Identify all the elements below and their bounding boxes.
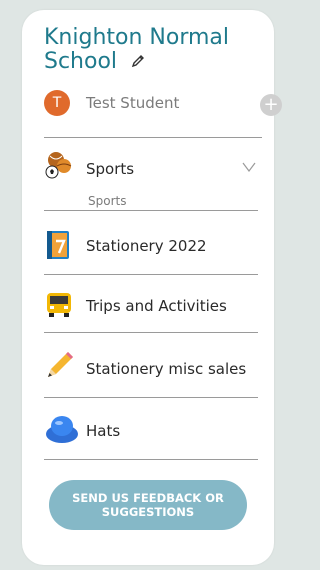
avatar: T: [44, 90, 70, 116]
category-label: Hats: [86, 422, 121, 440]
category-label: Sports: [86, 160, 135, 178]
notebook-icon: [44, 229, 74, 265]
category-label: Trips and Activities: [86, 297, 227, 315]
divider: [44, 137, 262, 138]
category-label: Stationery misc sales: [86, 360, 247, 378]
divider: [44, 459, 258, 460]
school-bus-icon: [44, 291, 74, 323]
pencil-icon[interactable]: [130, 51, 146, 75]
student-name: Test Student: [86, 94, 180, 112]
pencil-icon: [44, 347, 76, 385]
school-title[interactable]: Knighton Normal School: [44, 26, 254, 75]
subcategory-item[interactable]: Sports: [88, 194, 126, 208]
blue-hat-icon: [44, 412, 80, 450]
sports-balls-icon: [44, 150, 74, 184]
chevron-down-icon[interactable]: [242, 158, 256, 176]
category-stationery-misc-sales[interactable]: Stationery misc sales: [44, 333, 258, 398]
category-label: Stationery 2022: [86, 237, 207, 255]
category-trips-and-activities[interactable]: Trips and Activities: [44, 275, 258, 333]
category-hats[interactable]: Hats: [44, 398, 258, 460]
category-sports[interactable]: Sports Sports: [44, 146, 258, 211]
student-row[interactable]: T Test Student +: [44, 90, 282, 118]
plus-icon[interactable]: +: [260, 94, 282, 116]
side-panel: Knighton Normal School T Test Student + …: [22, 10, 282, 565]
category-stationery-2022[interactable]: Stationery 2022: [44, 211, 258, 275]
feedback-button[interactable]: SEND US FEEDBACK OR SUGGESTIONS: [49, 480, 247, 530]
